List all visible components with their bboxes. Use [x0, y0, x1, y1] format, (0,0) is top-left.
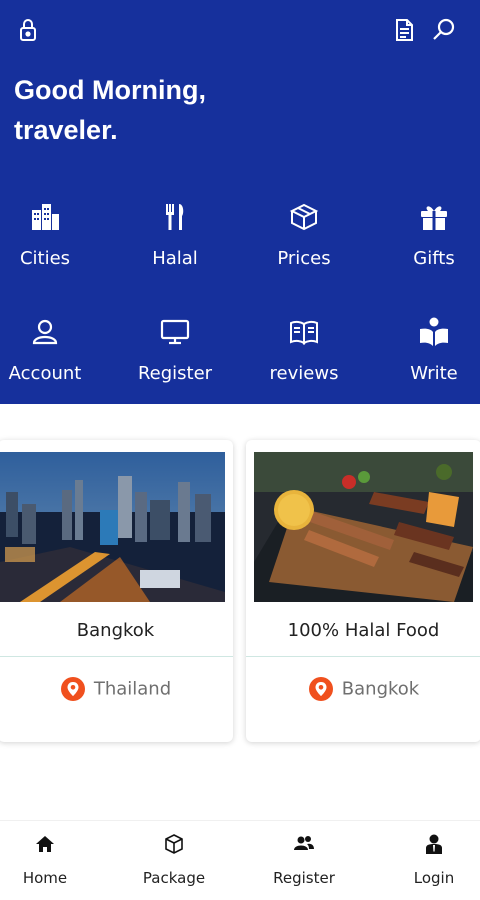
- card-divider: [0, 656, 233, 657]
- open-book-icon: [287, 315, 321, 349]
- document-icon[interactable]: [390, 16, 418, 44]
- grid-item-write[interactable]: Write: [374, 315, 480, 395]
- header-banner: Good Morning, traveler. Cities Halal Pri…: [0, 0, 480, 404]
- location-pin-icon: [308, 676, 334, 702]
- lock-icon[interactable]: [14, 16, 42, 44]
- card-location: Thailand: [0, 676, 233, 702]
- location-pin-icon: [60, 676, 86, 702]
- featured-cards: Bangkok Thailand 100% Halal Food Bangkok: [0, 440, 480, 750]
- grid-item-halal[interactable]: Halal: [115, 200, 235, 280]
- grid-item-reviews[interactable]: reviews: [244, 315, 364, 395]
- gift-icon: [417, 200, 451, 234]
- card-location-text: Bangkok: [341, 678, 420, 700]
- greeting-line-2: traveler.: [14, 115, 118, 145]
- grid-label: reviews: [269, 363, 339, 384]
- city-buildings-icon: [28, 200, 62, 234]
- grid-item-register[interactable]: Register: [115, 315, 235, 395]
- nav-label: Package: [142, 869, 206, 887]
- nav-login[interactable]: Login: [374, 833, 480, 897]
- card-title: Bangkok: [76, 620, 155, 641]
- nav-label: Login: [413, 869, 455, 887]
- nav-package[interactable]: Package: [114, 833, 234, 897]
- grid-label: Halal: [152, 248, 198, 269]
- greeting-line-1: Good Morning,: [14, 75, 206, 105]
- nav-register[interactable]: Register: [244, 833, 364, 897]
- grid-item-prices[interactable]: Prices: [244, 200, 364, 280]
- grid-item-cities[interactable]: Cities: [0, 200, 105, 280]
- grid-label: Gifts: [413, 248, 455, 269]
- bottom-navigation: Home Package Register Login: [0, 820, 480, 900]
- box-icon: [287, 200, 321, 234]
- user-icon: [423, 833, 445, 855]
- card-location: Bangkok: [246, 676, 480, 702]
- card-bangkok[interactable]: Bangkok Thailand: [0, 440, 233, 742]
- monitor-icon: [158, 315, 192, 349]
- grid-label: Write: [410, 363, 458, 384]
- home-icon: [34, 833, 56, 855]
- grilled-food-platter-photo: [254, 452, 473, 602]
- greeting-heading: Good Morning, traveler.: [14, 70, 206, 150]
- bangkok-city-night-photo: [0, 452, 225, 602]
- user-icon: [28, 315, 62, 349]
- card-halal-food[interactable]: 100% Halal Food Bangkok: [246, 440, 480, 742]
- grid-label: Account: [8, 363, 82, 384]
- grid-label: Prices: [277, 248, 331, 269]
- grid-label: Register: [137, 363, 213, 384]
- search-icon[interactable]: [430, 16, 458, 44]
- nav-label: Home: [22, 869, 68, 887]
- grid-label: Cities: [19, 248, 71, 269]
- reader-icon: [417, 315, 451, 349]
- nav-label: Register: [273, 869, 335, 887]
- grid-item-account[interactable]: Account: [0, 315, 105, 395]
- users-icon: [293, 833, 315, 855]
- fork-knife-icon: [158, 200, 192, 234]
- package-icon: [163, 833, 185, 855]
- card-divider: [246, 656, 480, 657]
- card-location-text: Thailand: [93, 678, 172, 700]
- nav-home[interactable]: Home: [0, 833, 105, 897]
- card-title: 100% Halal Food: [287, 620, 440, 641]
- grid-item-gifts[interactable]: Gifts: [374, 200, 480, 280]
